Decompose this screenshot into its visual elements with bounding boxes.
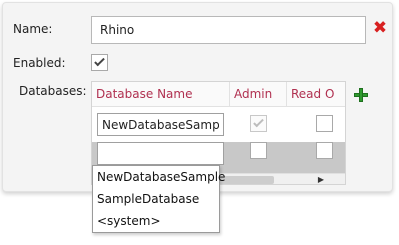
enabled-checkbox[interactable] — [91, 54, 108, 71]
database-dropdown-list: NewDatabaseSample SampleDatabase <system… — [92, 165, 225, 233]
enabled-label: Enabled: — [13, 56, 66, 70]
dropdown-option[interactable]: <system> — [93, 210, 219, 232]
name-label: Name: — [13, 22, 53, 36]
read-only-checkbox[interactable] — [316, 115, 333, 132]
checkmark-icon — [94, 55, 105, 67]
database-name-combobox[interactable] — [97, 142, 224, 165]
scroll-right-icon[interactable]: ▶ — [316, 174, 326, 184]
databases-label: Databases: — [19, 84, 87, 98]
column-header-read-only[interactable]: Read O — [287, 82, 345, 107]
column-header-admin[interactable]: Admin — [230, 82, 287, 107]
admin-checkbox — [250, 115, 267, 132]
plus-icon[interactable] — [354, 88, 368, 102]
read-only-checkbox[interactable] — [316, 142, 333, 159]
close-icon[interactable]: ✖ — [372, 20, 388, 37]
dropdown-option[interactable]: NewDatabaseSample — [93, 166, 225, 188]
grid-header: Database Name Admin Read O — [92, 82, 345, 107]
database-name-input[interactable] — [97, 113, 224, 136]
column-header-database-name[interactable]: Database Name — [92, 82, 230, 107]
user-editor-panel: Name: ✖ Enabled: Databases: Database Nam… — [2, 2, 393, 192]
checkmark-icon — [253, 116, 264, 128]
name-input[interactable] — [91, 16, 366, 44]
admin-checkbox[interactable] — [250, 142, 267, 159]
table-row[interactable] — [92, 108, 345, 141]
dropdown-option[interactable]: SampleDatabase — [93, 188, 219, 210]
